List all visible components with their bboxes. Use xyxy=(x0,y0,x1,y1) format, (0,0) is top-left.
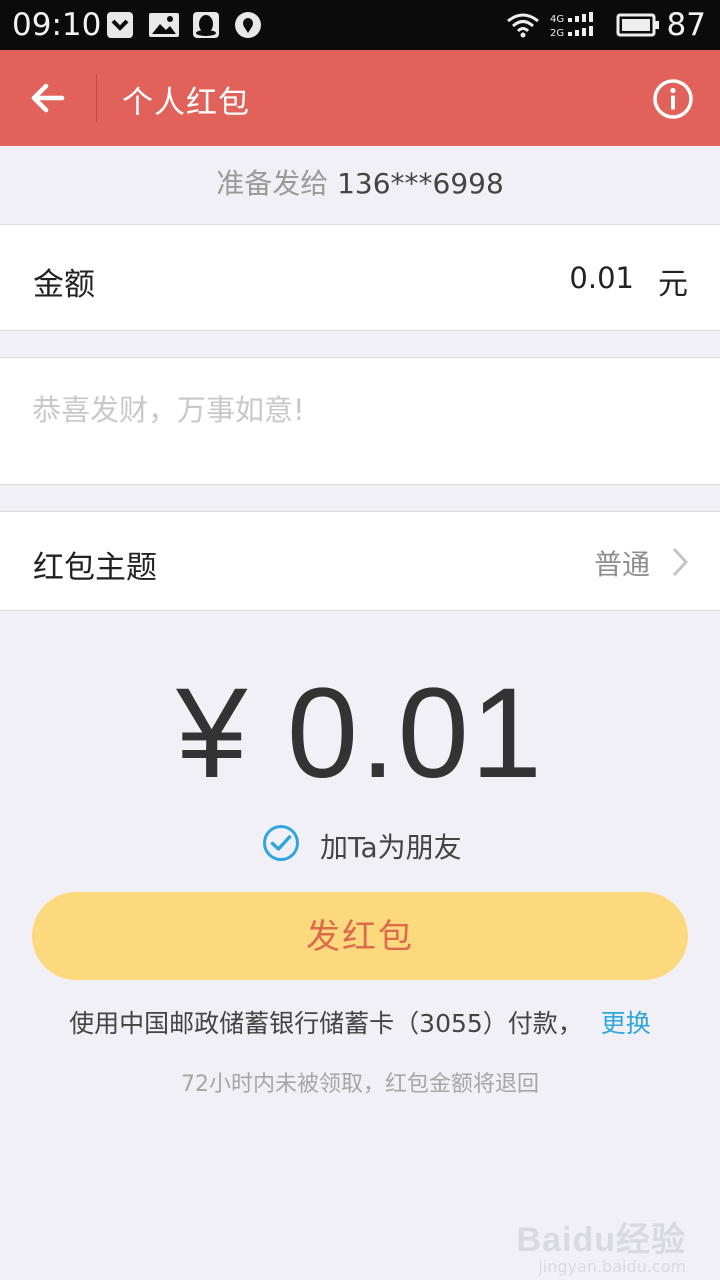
watermark-url: jingyan.baidu.com xyxy=(538,1257,686,1276)
checkmark-circle-icon[interactable] xyxy=(262,824,300,862)
refund-note: 72小时内未被领取，红包金额将退回 xyxy=(181,1072,539,1097)
amount-row[interactable]: 金额 0.01 元 xyxy=(0,224,720,331)
amount-unit: 元 xyxy=(658,267,688,302)
chevron-right-icon xyxy=(672,547,689,577)
signal-4g-2g-icon: 4G 2G xyxy=(550,12,593,39)
total-amount-display: ¥ 0.01 xyxy=(176,662,544,805)
theme-value: 普通 xyxy=(593,548,650,581)
send-red-packet-button[interactable]: 发红包 xyxy=(32,892,688,980)
svg-text:2G: 2G xyxy=(550,28,564,39)
header-divider xyxy=(96,74,97,122)
message-row xyxy=(0,357,720,485)
battery-level: 87 xyxy=(666,7,706,43)
arrow-left-icon[interactable] xyxy=(26,76,70,120)
image-icon xyxy=(149,13,179,37)
recipient-prefix: 准备发给 xyxy=(216,167,329,200)
add-friend-label: 加Ta为朋友 xyxy=(320,831,462,864)
recipient-line: 准备发给 136***6998 xyxy=(0,146,720,224)
change-payment-link[interactable]: 更换 xyxy=(601,1009,651,1038)
location-icon xyxy=(235,12,261,38)
payment-method-text: 使用中国邮政储蓄银行储蓄卡（3055）付款， xyxy=(69,1009,583,1038)
svg-text:4G: 4G xyxy=(550,14,564,25)
app-header: 个人红包 xyxy=(0,50,720,146)
status-time: 09:10 xyxy=(12,7,102,43)
recipient-phone: 136***6998 xyxy=(337,167,504,200)
blessing-message-input[interactable] xyxy=(32,388,682,432)
wifi-icon xyxy=(507,13,539,38)
amount-label: 金额 xyxy=(33,267,95,303)
download-box-icon xyxy=(107,12,133,38)
status-bar: 09:10 4G 2G 87 xyxy=(0,0,720,50)
watermark: Baidu经验 jingyan.baidu.com xyxy=(517,1212,686,1276)
page-title: 个人红包 xyxy=(122,85,250,121)
battery-icon xyxy=(616,13,659,37)
theme-row[interactable]: 红包主题 普通 xyxy=(0,511,720,611)
qq-icon xyxy=(193,12,219,38)
info-circle-icon[interactable] xyxy=(652,78,694,120)
watermark-logo: Baidu经验 xyxy=(516,1221,686,1259)
payment-method-line: 使用中国邮政储蓄银行储蓄卡（3055）付款， 更换 xyxy=(0,1004,720,1040)
amount-value[interactable]: 0.01 xyxy=(569,261,634,295)
theme-label: 红包主题 xyxy=(33,550,157,586)
